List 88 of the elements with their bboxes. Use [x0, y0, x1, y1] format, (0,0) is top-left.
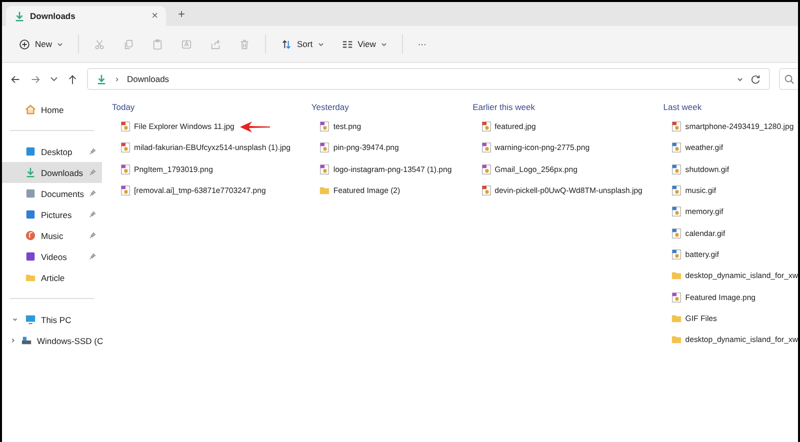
image-file-icon — [671, 121, 682, 132]
image-file-icon — [671, 292, 682, 303]
folder-icon — [25, 272, 36, 283]
image-file-icon — [319, 121, 330, 132]
image-file-icon — [671, 142, 682, 154]
sidebar-item[interactable]: Videos — [2, 246, 102, 267]
image-file-icon — [120, 121, 131, 132]
document-icon — [25, 188, 36, 199]
image-file-icon — [480, 142, 492, 154]
image-file-icon — [120, 164, 131, 175]
sort-icon — [281, 38, 292, 50]
pin-icon[interactable] — [89, 253, 96, 260]
search-icon — [784, 74, 795, 84]
chevron-down-icon[interactable] — [737, 76, 743, 82]
folder-icon — [671, 334, 682, 346]
plus-circle-icon — [19, 38, 30, 50]
download-icon — [25, 167, 36, 178]
sidebar-item[interactable]: This PC — [2, 309, 102, 330]
group-heading: Today — [112, 101, 135, 114]
monitor-icon — [25, 314, 36, 325]
address-path: Downloads — [127, 74, 170, 84]
group-heading: Earlier this week — [472, 101, 535, 114]
image-file-icon — [671, 206, 682, 218]
pin-icon[interactable] — [89, 190, 96, 197]
video-icon — [25, 251, 36, 262]
clipboard-icon — [152, 38, 164, 50]
copy-icon — [123, 38, 134, 50]
back-arrow-icon[interactable] — [10, 74, 21, 84]
group-heading: Last week — [663, 101, 702, 114]
sidebar-item[interactable]: Windows-SSD (C — [2, 330, 102, 351]
close-tab-button[interactable]: × — [152, 10, 158, 22]
sidebar-item[interactable]: Article — [2, 267, 102, 288]
rename-icon — [181, 38, 192, 50]
image-file-icon — [671, 185, 682, 196]
image-file-icon — [120, 142, 131, 154]
folder-icon — [671, 312, 682, 324]
refresh-icon[interactable] — [750, 74, 761, 84]
sidebar-item[interactable]: Downloads — [2, 162, 102, 183]
chevron-down-icon — [318, 42, 324, 46]
pin-icon[interactable] — [89, 169, 96, 176]
home-icon — [25, 104, 36, 115]
chevron-down-icon[interactable] — [12, 317, 18, 322]
image-file-icon — [671, 228, 682, 239]
up-arrow-icon[interactable] — [67, 74, 78, 84]
address-bar[interactable]: Downloads — [87, 68, 770, 90]
forward-arrow-icon[interactable] — [30, 74, 41, 84]
folder-icon — [671, 270, 682, 282]
group-heading: Yesterday — [311, 101, 349, 114]
more-button[interactable]: ··· — [410, 35, 434, 53]
sidebar-item[interactable]: Pictures — [2, 204, 102, 225]
view-button[interactable]: View — [334, 34, 394, 54]
image-file-icon — [480, 121, 492, 132]
pin-icon[interactable] — [89, 232, 96, 239]
drive-icon — [21, 335, 32, 346]
download-icon — [96, 74, 107, 84]
folder-icon — [319, 185, 330, 196]
search-field[interactable] — [779, 68, 798, 90]
image-file-icon — [671, 248, 682, 260]
sidebar-item[interactable]: Documents — [2, 183, 102, 204]
desktop-icon — [25, 146, 36, 157]
chevron-right-icon[interactable] — [10, 338, 16, 343]
image-file-icon — [480, 164, 492, 175]
sidebar-item[interactable]: Music — [2, 225, 102, 246]
scissors-icon — [94, 38, 106, 50]
new-tab-button[interactable]: + — [178, 7, 186, 21]
pin-icon[interactable] — [89, 211, 96, 218]
share-icon — [210, 38, 222, 50]
picture-icon — [25, 209, 36, 220]
chevron-down-icon — [57, 42, 64, 46]
tab-title: Downloads — [30, 11, 76, 21]
chevron-down-icon — [380, 42, 387, 46]
sidebar-item[interactable]: Home — [2, 99, 102, 120]
sort-button[interactable]: Sort — [274, 34, 331, 54]
chevron-down-icon[interactable] — [50, 76, 58, 82]
image-file-icon — [120, 185, 131, 196]
sidebar-item[interactable]: Desktop — [2, 141, 102, 162]
image-file-icon — [319, 142, 330, 154]
music-icon — [25, 230, 36, 241]
window-tab[interactable]: Downloads × — [6, 6, 166, 26]
image-file-icon — [480, 185, 492, 196]
image-file-icon — [319, 164, 330, 175]
image-file-icon — [671, 164, 682, 175]
new-button[interactable]: New — [12, 34, 70, 54]
trash-icon — [239, 38, 250, 50]
pin-icon[interactable] — [89, 148, 96, 155]
view-icon — [342, 38, 353, 50]
download-icon — [14, 10, 25, 22]
chevron-right-icon — [114, 76, 120, 82]
